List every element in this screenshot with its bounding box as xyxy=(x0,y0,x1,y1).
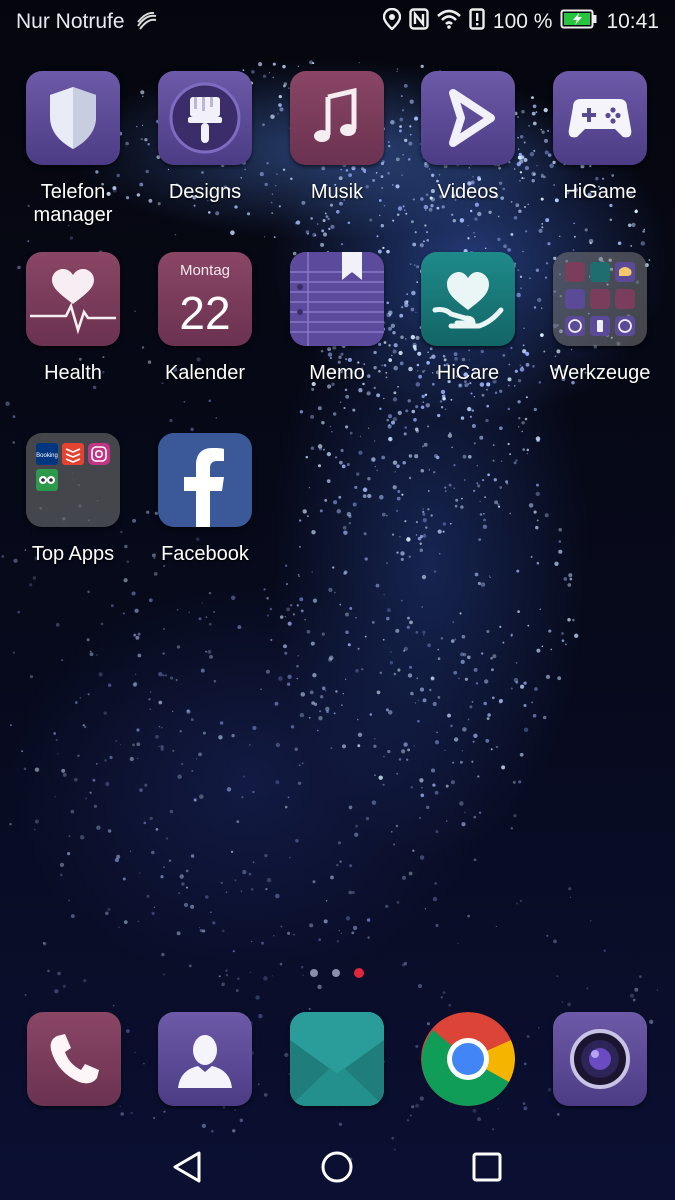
app-label: Health xyxy=(44,362,102,384)
app-label: Memo xyxy=(309,362,365,384)
chrome-icon xyxy=(421,1012,515,1106)
clock: 10:41 xyxy=(606,10,659,33)
heart-hand-icon xyxy=(421,252,515,346)
app-label: Telefon manager xyxy=(33,181,113,226)
folder-top-apps[interactable]: Booking Top Apps xyxy=(8,433,138,566)
notepad-icon xyxy=(290,252,384,346)
app-hicare[interactable]: HiCare xyxy=(403,252,533,385)
app-label: Top Apps xyxy=(31,543,115,565)
app-label: Designs xyxy=(168,181,242,203)
dock-chrome[interactable] xyxy=(421,1012,515,1106)
app-label: Musik xyxy=(310,181,364,203)
page-indicator xyxy=(310,968,364,978)
paintbrush-icon xyxy=(158,71,252,165)
app-higame[interactable]: HiGame xyxy=(535,71,665,204)
back-button[interactable] xyxy=(163,1142,213,1192)
page-dot[interactable] xyxy=(310,969,318,977)
facebook-icon xyxy=(158,433,252,527)
status-bar: Nur Notrufe 100 % 10:41 xyxy=(0,0,675,46)
phone-icon xyxy=(50,1034,99,1084)
app-label: Werkzeuge xyxy=(549,362,651,384)
app-musik[interactable]: Musik xyxy=(272,71,402,204)
wifi-icon xyxy=(437,9,461,35)
home-button[interactable] xyxy=(312,1142,362,1192)
app-kalender[interactable]: Montag 22 Kalender xyxy=(140,252,270,385)
calendar-day-number: 22 xyxy=(179,287,231,339)
app-facebook[interactable]: Facebook xyxy=(140,433,270,566)
shield-icon xyxy=(26,71,120,165)
battery-percent: 100 % xyxy=(492,10,553,33)
booking-logo-text: Booking xyxy=(36,453,58,459)
app-telefonmanager[interactable]: Telefon manager xyxy=(8,71,138,227)
app-health[interactable]: Health xyxy=(8,252,138,385)
app-designs[interactable]: Designs xyxy=(140,71,270,204)
tools-folder-icon xyxy=(553,252,647,346)
back-icon xyxy=(173,1151,201,1183)
app-label: Kalender xyxy=(164,362,246,384)
contacts-icon xyxy=(178,1035,232,1088)
recents-button[interactable] xyxy=(462,1142,512,1192)
dock-phone[interactable] xyxy=(27,1012,121,1106)
music-note-icon xyxy=(290,71,384,165)
carrier-label: Nur Notrufe xyxy=(16,10,125,33)
battery-charging-icon xyxy=(560,9,598,35)
play-icon xyxy=(421,71,515,165)
page-dot-active[interactable] xyxy=(354,968,364,978)
alert-icon xyxy=(469,8,485,36)
gamepad-icon xyxy=(553,71,647,165)
app-label: Facebook xyxy=(161,543,249,565)
apps-folder-icon: Booking xyxy=(26,433,120,527)
swipe-keyboard-icon xyxy=(136,11,158,35)
app-videos[interactable]: Videos xyxy=(403,71,533,204)
nfc-icon xyxy=(409,8,429,36)
page-dot[interactable] xyxy=(332,969,340,977)
recents-icon xyxy=(472,1152,502,1182)
camera-icon xyxy=(570,1029,630,1089)
home-icon xyxy=(321,1151,353,1183)
calendar-day-name: Montag xyxy=(179,262,231,279)
heart-pulse-icon xyxy=(26,252,120,346)
app-memo[interactable]: Memo xyxy=(272,252,402,385)
app-label: HiGame xyxy=(563,181,637,203)
dock-messages[interactable] xyxy=(290,1012,384,1106)
navigation-bar xyxy=(0,1132,675,1200)
dock-camera[interactable] xyxy=(553,1012,647,1106)
app-label: HiCare xyxy=(436,362,500,384)
location-icon xyxy=(382,7,402,36)
envelope-icon xyxy=(290,1012,384,1106)
calendar-icon: Montag 22 xyxy=(158,252,252,346)
folder-werkzeuge[interactable]: Werkzeuge xyxy=(535,252,665,385)
dock-contacts[interactable] xyxy=(158,1012,252,1106)
app-label: Videos xyxy=(437,181,499,203)
